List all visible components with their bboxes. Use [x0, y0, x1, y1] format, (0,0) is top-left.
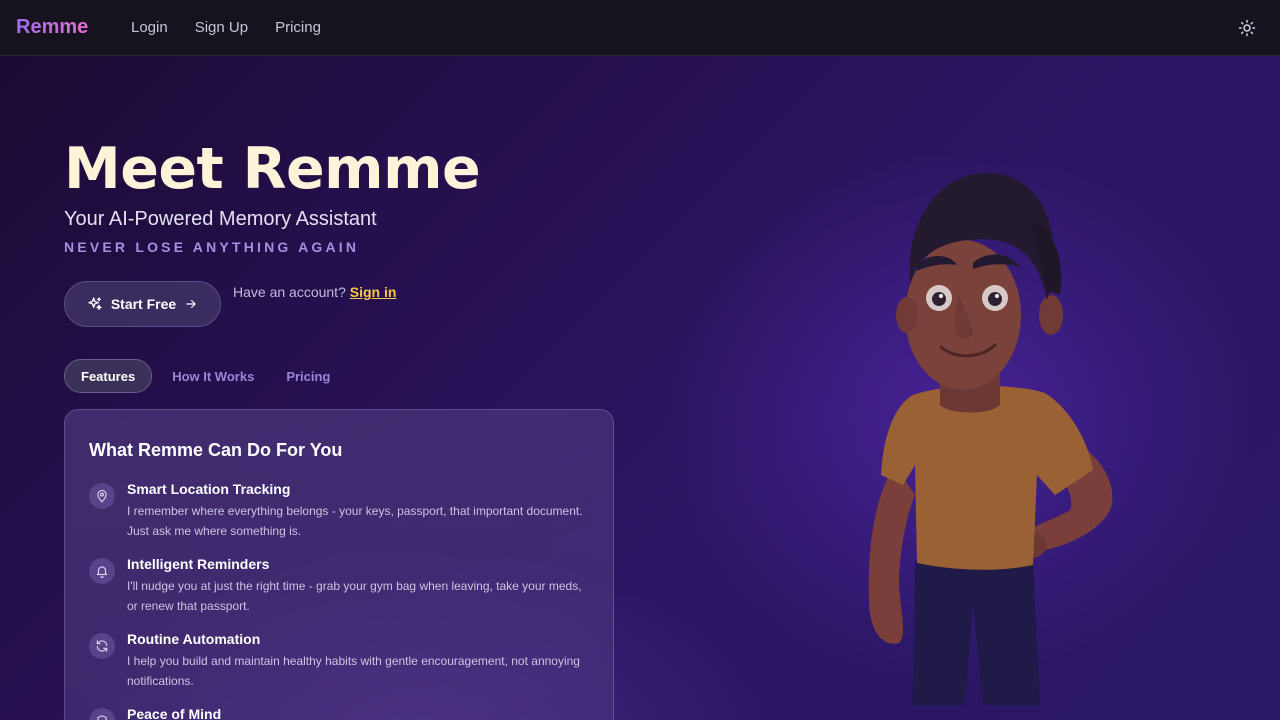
sparkles-icon: [88, 297, 102, 310]
bell-icon: [89, 558, 115, 584]
sun-icon: [1238, 19, 1256, 37]
arrow-right-icon: [186, 299, 196, 309]
feature-description: I remember where everything belongs - yo…: [127, 504, 583, 538]
feature-title: Intelligent Reminders: [127, 556, 270, 572]
tab-pricing[interactable]: Pricing: [270, 359, 346, 393]
nav-signup-link[interactable]: Sign Up: [195, 19, 248, 36]
account-prompt-text: Have an account?: [233, 284, 346, 300]
feature-description: I'll nudge you at just the right time - …: [127, 579, 582, 613]
feature-description: I help you build and maintain healthy ha…: [127, 654, 580, 688]
theme-toggle-button[interactable]: [1234, 16, 1260, 40]
feature-title: Peace of Mind: [127, 706, 222, 720]
hero-tagline: NEVER LOSE ANYTHING AGAIN: [64, 239, 360, 255]
feature-title: Smart Location Tracking: [127, 481, 291, 497]
start-free-button[interactable]: Start Free: [64, 281, 221, 327]
nav-links: Login Sign Up Pricing: [131, 19, 321, 36]
signin-prompt: Have an account? Sign in: [233, 284, 396, 300]
section-tabs: Features How It Works Pricing: [64, 359, 346, 393]
brand-logo[interactable]: Remme: [16, 16, 88, 39]
tab-how-it-works[interactable]: How It Works: [156, 359, 270, 393]
start-free-label: Start Free: [110, 296, 177, 312]
tab-features[interactable]: Features: [64, 359, 153, 393]
signin-link[interactable]: Sign in: [350, 284, 397, 300]
nav-pricing-link[interactable]: Pricing: [275, 19, 321, 36]
refresh-icon: [89, 633, 115, 659]
feature-title: Routine Automation: [127, 631, 261, 647]
hero-title: Meet Remme: [64, 136, 481, 202]
features-card: What Remme Can Do For You Smart Location…: [64, 409, 614, 720]
card-title: What Remme Can Do For You: [89, 440, 343, 460]
hero-subtitle: Your AI-Powered Memory Assistant: [64, 208, 377, 230]
location-pin-icon: [89, 483, 115, 509]
nav-login-link[interactable]: Login: [131, 19, 168, 36]
top-navbar: Remme Login Sign Up Pricing: [0, 0, 1280, 56]
mascot-character-illustration: [868, 172, 1113, 705]
shield-icon: [89, 708, 115, 720]
